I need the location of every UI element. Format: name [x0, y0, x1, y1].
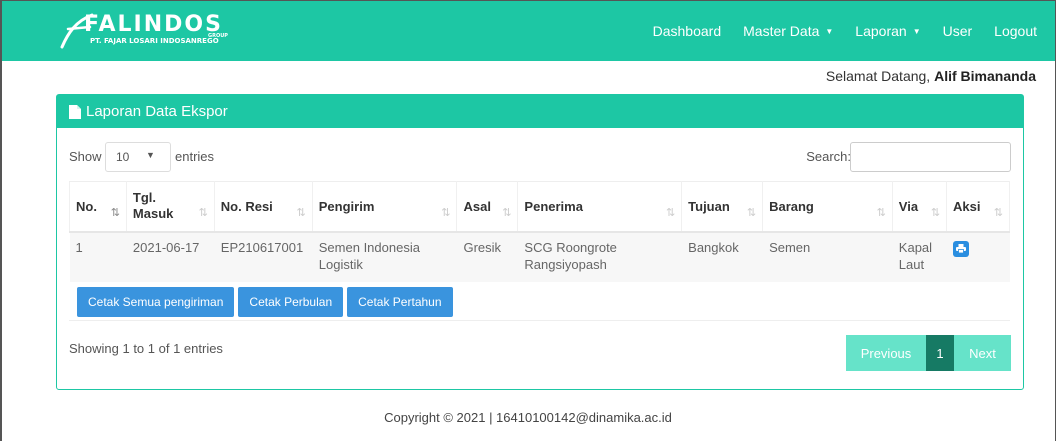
sort-icon: ⇅	[876, 206, 886, 219]
col-no[interactable]: No. ⇅	[69, 181, 127, 233]
print-actions: Cetak Semua pengiriman Cetak Perbulan Ce…	[69, 287, 1010, 321]
welcome-message: Selamat Datang, Alif Bimananda	[826, 68, 1036, 84]
print-yearly-button[interactable]: Cetak Pertahun	[347, 287, 453, 317]
sort-icon: ⇅	[993, 206, 1003, 219]
brand-logo[interactable]: FALINDOS GROUP PT. FAJAR LOSARI INDOSANR…	[60, 11, 260, 51]
document-icon	[69, 104, 81, 119]
table-info: Showing 1 to 1 of 1 entries	[69, 341, 223, 356]
cell-tujuan: Bangkok	[681, 231, 764, 282]
cell-barang: Semen	[762, 231, 893, 282]
pagination-next[interactable]: Next	[954, 335, 1011, 371]
col-via-label: Via	[898, 198, 919, 214]
nav-laporan[interactable]: Laporan ▼	[844, 23, 931, 39]
nav-laporan-label: Laporan	[855, 23, 907, 39]
col-tgl-masuk[interactable]: Tgl. Masuk ⇅	[125, 181, 215, 233]
panel-title: Laporan Data Ekspor	[86, 103, 228, 120]
sort-icon: ⇅	[198, 206, 208, 219]
sort-icon: ⇅	[665, 206, 676, 219]
cell-pengirim: Semen Indonesia Logistik	[312, 231, 458, 282]
entries-length-select[interactable]: 10 ▼	[105, 142, 171, 172]
table-row: 1 2021-06-17 EP210617001 Semen Indonesia…	[69, 231, 1010, 282]
print-all-button[interactable]: Cetak Semua pengiriman	[77, 287, 235, 317]
cell-aksi	[946, 231, 1010, 282]
col-penerima-label: Penerima	[524, 198, 583, 214]
nav-master-data[interactable]: Master Data ▼	[732, 23, 844, 39]
cell-no-resi: EP210617001	[214, 231, 313, 282]
sort-icon: ⇅	[746, 206, 757, 219]
print-monthly-button[interactable]: Cetak Perbulan	[238, 287, 344, 317]
col-no-resi[interactable]: No. Resi ⇅	[213, 181, 313, 233]
caret-down-icon: ▼	[912, 26, 921, 36]
nav-user-label: User	[942, 23, 973, 39]
pagination-previous[interactable]: Previous	[846, 335, 926, 371]
cell-tgl-masuk: 2021-06-17	[126, 231, 215, 282]
entries-label: entries	[175, 149, 215, 164]
col-barang[interactable]: Barang ⇅	[762, 181, 893, 233]
col-via[interactable]: Via ⇅	[891, 181, 948, 233]
chevron-down-icon: ▼	[146, 150, 155, 160]
sort-icon: ⇅	[930, 206, 941, 219]
cell-asal: Gresik	[456, 231, 519, 282]
search-label: Search:	[806, 149, 851, 164]
sort-icon: ⇅	[296, 206, 306, 219]
nav-dashboard[interactable]: Dashboard	[642, 23, 733, 39]
nav-logout[interactable]: Logout	[983, 23, 1055, 39]
caret-down-icon: ▼	[825, 26, 834, 36]
col-pengirim-label: Pengirim	[318, 198, 375, 214]
nav-master-data-label: Master Data	[743, 23, 820, 39]
col-aksi[interactable]: Aksi ⇅	[946, 181, 1010, 233]
panel-heading: Laporan Data Ekspor	[57, 95, 1023, 128]
sort-icon: ⇅	[441, 206, 451, 219]
col-tujuan-label: Tujuan	[688, 198, 730, 214]
navbar: FALINDOS GROUP PT. FAJAR LOSARI INDOSANR…	[2, 1, 1055, 61]
cell-no: 1	[69, 231, 127, 282]
show-label: Show	[69, 149, 102, 164]
nav-user[interactable]: User	[932, 23, 984, 39]
col-asal-label: Asal	[463, 198, 491, 214]
welcome-user: Alif Bimananda	[934, 68, 1036, 84]
col-tujuan[interactable]: Tujuan ⇅	[681, 181, 764, 233]
printer-icon	[956, 244, 967, 253]
pagination: Previous 1 Next	[846, 335, 1011, 371]
sort-icon: ⇅	[502, 206, 512, 219]
brand-subtitle: PT. FAJAR LOSARI INDOSANREGO	[90, 37, 219, 45]
nav-menu: Dashboard Master Data ▼ Laporan ▼ User Log…	[642, 1, 1055, 61]
col-tgl-masuk-label: Tgl. Masuk	[132, 190, 174, 222]
col-no-resi-label: No. Resi	[220, 198, 273, 214]
sort-asc-icon: ⇅	[110, 206, 120, 219]
col-barang-label: Barang	[769, 198, 814, 214]
col-penerima[interactable]: Penerima ⇅	[517, 181, 683, 233]
report-table: No. ⇅ Tgl. Masuk ⇅ No. Resi ⇅ Pengirim ⇅ Asa…	[69, 181, 1010, 282]
table-header-row: No. ⇅ Tgl. Masuk ⇅ No. Resi ⇅ Pengirim ⇅ Asa…	[69, 181, 1010, 233]
pagination-page-1[interactable]: 1	[926, 335, 954, 371]
col-no-label: No.	[76, 198, 97, 214]
entries-length-value: 10	[116, 150, 130, 164]
welcome-greeting: Selamat Datang,	[825, 68, 931, 84]
footer-copyright: Copyright © 2021 | 16410100142@dinamika.…	[384, 410, 672, 425]
table-controls: Show 10 ▼ entries Search:	[69, 142, 1011, 174]
cell-penerima: SCG Roongrote Rangsiyopash	[517, 231, 683, 282]
search-input[interactable]	[850, 142, 1011, 172]
brand-name: FALINDOS	[84, 12, 223, 37]
nav-logout-label: Logout	[994, 23, 1037, 39]
col-pengirim[interactable]: Pengirim ⇅	[311, 181, 458, 233]
col-asal[interactable]: Asal ⇅	[456, 181, 519, 233]
print-button[interactable]	[953, 240, 970, 257]
col-aksi-label: Aksi	[953, 198, 981, 214]
nav-dashboard-label: Dashboard	[652, 23, 722, 39]
report-panel: Laporan Data Ekspor Show 10 ▼ entries Se…	[56, 94, 1024, 390]
cell-via: Kapal Laut	[892, 231, 948, 282]
